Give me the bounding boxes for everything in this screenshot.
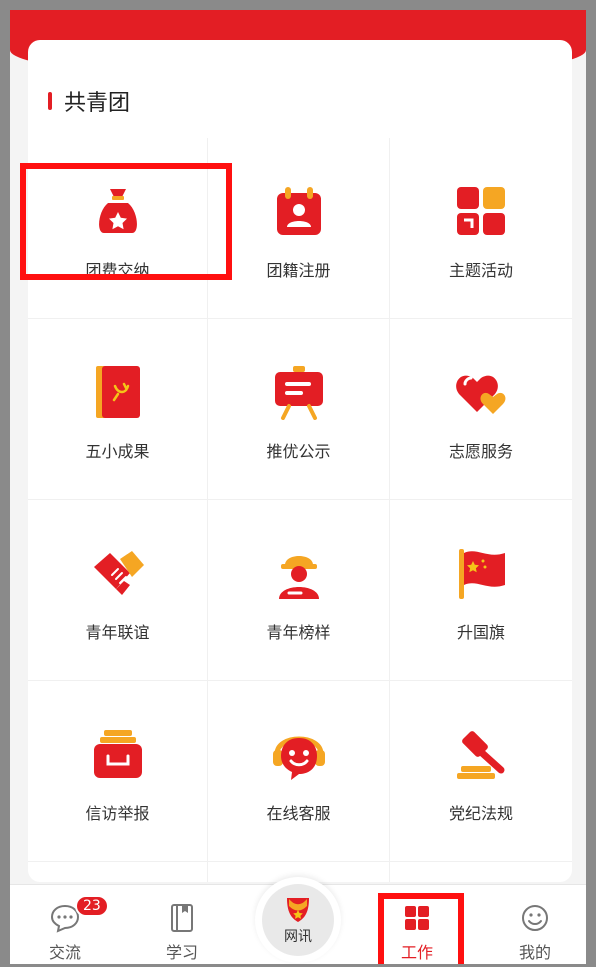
grid-item-label: 在线客服 (266, 804, 331, 823)
flag-icon (459, 549, 505, 599)
grid-item-label: 党纪法规 (448, 804, 513, 823)
headset-icon (272, 736, 325, 780)
grid-item-league-fee[interactable]: 团费交纳 (28, 138, 208, 319)
app-screen: 共青团 团费交纳 团籍注册 主题活动 五小成果 推优公示 志愿服务 青年联谊 青… (10, 10, 586, 964)
grid-item-membership-registration[interactable]: 团籍注册 (208, 138, 390, 319)
title-accent-bar (48, 92, 52, 110)
grid-item-label: 信访举报 (85, 804, 150, 823)
smile-icon (522, 905, 548, 931)
grid-icon (405, 906, 429, 930)
grid-item-label: 升国旗 (456, 623, 505, 642)
grid-item-flag-raising[interactable]: 升国旗 (390, 500, 572, 681)
league-emblem-icon (287, 898, 309, 922)
tab-label: 工作 (400, 943, 433, 962)
service-grid: 团费交纳 团籍注册 主题活动 五小成果 推优公示 志愿服务 青年联谊 青年榜样 … (28, 138, 572, 862)
grid-item-label: 青年联谊 (85, 623, 150, 642)
grid-item-petition-report[interactable]: 信访举报 (28, 681, 208, 862)
tab-profile[interactable]: 我的 (485, 885, 585, 964)
grid-item-label: 青年榜样 (266, 623, 331, 642)
tab-work[interactable]: 工作 (367, 885, 467, 964)
grid-item-party-regulations[interactable]: 党纪法规 (390, 681, 572, 862)
grid-item-volunteer-service[interactable]: 志愿服务 (390, 319, 572, 500)
easel-board-icon (274, 366, 323, 420)
worker-helmet-icon (278, 556, 319, 599)
tab-label: 学习 (165, 943, 198, 962)
grid-item-recommendation-notice[interactable]: 推优公示 (208, 319, 390, 500)
grid-item-label: 团籍注册 (266, 261, 331, 280)
section-header: 共青团 (48, 88, 131, 116)
tab-label: 我的 (518, 943, 551, 962)
calendar-person-icon (276, 187, 321, 235)
bottom-tab-bar: 23 交流 学习 网讯 工作 我的 (10, 877, 586, 964)
news-button-inner: 网讯 (262, 884, 334, 956)
money-bag-icon (98, 189, 137, 233)
grid-item-online-support[interactable]: 在线客服 (208, 681, 390, 862)
grid-item-youth-social[interactable]: 青年联谊 (28, 500, 208, 681)
gavel-icon (457, 731, 505, 779)
theme-blocks-icon (457, 187, 505, 235)
handshake-icon (93, 551, 144, 595)
grid-item-label: 五小成果 (85, 442, 150, 461)
unread-badge: 23 (75, 895, 109, 917)
service-card: 共青团 团费交纳 团籍注册 主题活动 五小成果 推优公示 志愿服务 青年联谊 青… (28, 40, 572, 882)
party-book-icon (95, 366, 140, 418)
grid-item-label: 主题活动 (448, 261, 513, 280)
grid-item-theme-activities[interactable]: 主题活动 (390, 138, 572, 319)
tab-label: 交流 (48, 943, 81, 962)
grid-item-label: 志愿服务 (448, 442, 513, 461)
grid-item-label: 推优公示 (266, 442, 331, 461)
grid-item-five-small-results[interactable]: 五小成果 (28, 319, 208, 500)
tab-chat[interactable]: 23 交流 (15, 885, 115, 964)
grid-item-label: 团费交纳 (85, 261, 150, 280)
mail-tray-icon (93, 730, 142, 778)
tab-news[interactable]: 网讯 (255, 877, 341, 963)
grid-item-youth-role-model[interactable]: 青年榜样 (208, 500, 390, 681)
book-icon (171, 904, 193, 932)
tab-label: 网讯 (284, 929, 312, 945)
tab-study[interactable]: 学习 (132, 885, 232, 964)
section-title: 共青团 (64, 91, 131, 116)
hearts-icon (456, 375, 506, 414)
